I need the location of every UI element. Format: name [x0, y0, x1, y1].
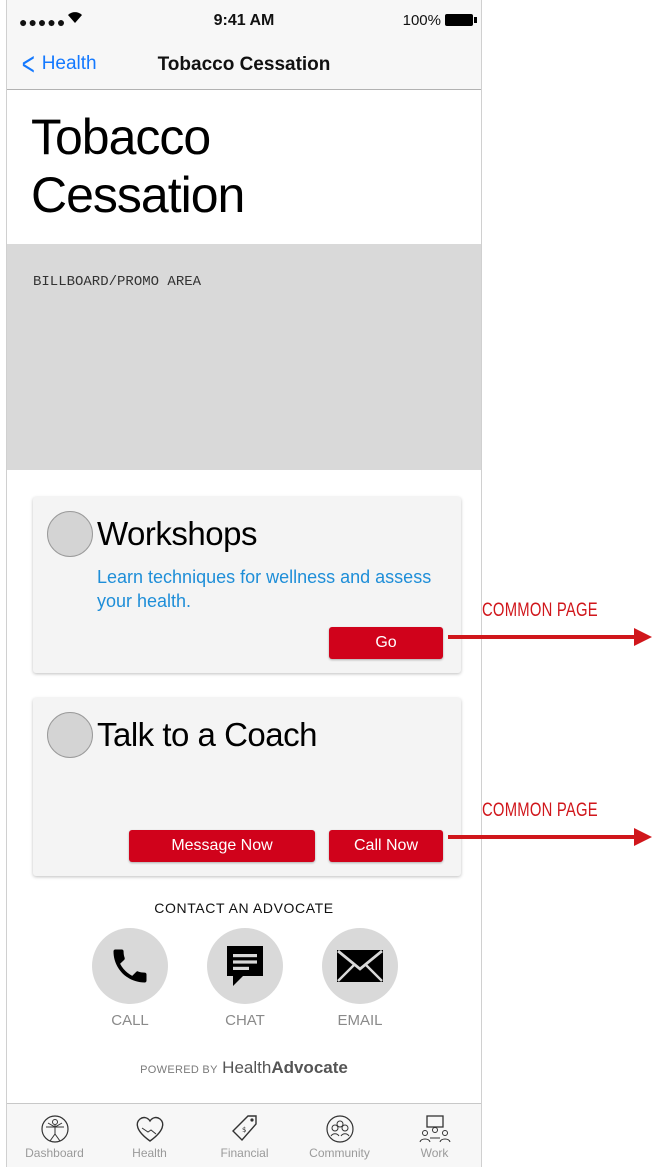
tab-bar: Dashboard Health $ Financial Community W… [7, 1103, 481, 1167]
contact-call-button[interactable]: CALL [91, 928, 169, 1029]
tab-community-label: Community [309, 1146, 370, 1160]
arrow-head-icon [634, 828, 652, 846]
battery-percent: 100% [402, 12, 441, 29]
contact-heading: CONTACT AN ADVOCATE [154, 900, 334, 916]
health-advocate-logo: HealthAdvocate [222, 1058, 348, 1077]
workshops-card: Workshops Learn techniques for wellness … [33, 497, 461, 673]
workshops-title: Workshops [97, 515, 257, 552]
contact-email-button[interactable]: EMAIL [321, 928, 399, 1029]
phone-screen: ●●●●● 9:41 AM 100% < Health Tobacco Cess… [6, 0, 482, 1167]
call-now-button[interactable]: Call Now [329, 830, 443, 862]
navigation-bar: < Health Tobacco Cessation [7, 42, 481, 90]
battery-icon [445, 14, 477, 26]
status-bar: ●●●●● 9:41 AM 100% [7, 0, 481, 42]
tab-dashboard[interactable]: Dashboard [7, 1104, 102, 1167]
coach-thumbnail [47, 712, 93, 758]
page-title-line1: Tobacco [31, 109, 211, 165]
billboard-promo-area[interactable]: BILLBOARD/PROMO AREA [7, 244, 481, 470]
powered-by-prefix: POWERED BY [140, 1064, 218, 1076]
billboard-label: BILLBOARD/PROMO AREA [33, 274, 202, 290]
tab-dashboard-label: Dashboard [25, 1146, 84, 1160]
price-tag-icon: $ [197, 1104, 292, 1144]
tab-health[interactable]: Health [102, 1104, 197, 1167]
workshops-description: Learn techniques for wellness and assess… [97, 567, 432, 611]
email-icon [322, 928, 398, 1004]
tab-financial[interactable]: $ Financial [197, 1104, 292, 1167]
tab-community[interactable]: Community [292, 1104, 387, 1167]
contact-call-label: CALL [111, 1012, 149, 1029]
tab-health-label: Health [132, 1146, 167, 1160]
group-icon [292, 1104, 387, 1144]
brand-bold: Advocate [271, 1058, 348, 1077]
tab-work[interactable]: Work [387, 1104, 481, 1167]
chat-icon [207, 928, 283, 1004]
page-title: Tobacco Cessation [31, 108, 245, 224]
tab-financial-label: Financial [220, 1146, 269, 1160]
arrow-head-icon [634, 628, 652, 646]
vitruvian-icon [7, 1104, 102, 1144]
go-button[interactable]: Go [329, 627, 443, 659]
meeting-icon [387, 1104, 481, 1144]
coach-card: Talk to a Coach Message Now Call Now [33, 698, 461, 876]
heart-hands-icon [102, 1104, 197, 1144]
brand-light: Health [222, 1058, 272, 1077]
coach-title: Talk to a Coach [97, 716, 317, 753]
tab-work-label: Work [420, 1146, 449, 1160]
contact-chat-label: CHAT [225, 1012, 265, 1029]
annotation-workshops: COMMON PAGE [482, 600, 598, 621]
workshops-thumbnail [47, 511, 93, 557]
annotation-coach: COMMON PAGE [482, 800, 598, 821]
powered-by: POWERED BY HealthAdvocate [7, 1058, 481, 1078]
message-now-button[interactable]: Message Now [129, 830, 315, 862]
contact-chat-button[interactable]: CHAT [206, 928, 284, 1029]
nav-title: Tobacco Cessation [157, 54, 331, 75]
contact-email-label: EMAIL [337, 1012, 383, 1029]
phone-icon [92, 928, 168, 1004]
svg-text:$: $ [242, 1126, 246, 1134]
page-title-line2: Cessation [31, 167, 245, 223]
annotation-arrow-coach [448, 835, 636, 839]
annotation-arrow-workshops [448, 635, 636, 639]
